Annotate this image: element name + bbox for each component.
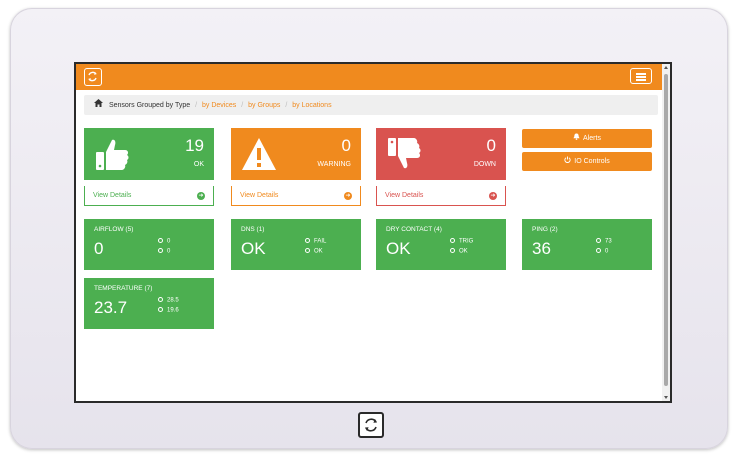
sensor-stat-low: OK	[305, 248, 323, 255]
sensor-tile-dry-contact[interactable]: DRY CONTACT (4) OK TRIG OK	[376, 219, 506, 270]
io-controls-label: IO Controls	[574, 158, 610, 165]
circle-icon	[450, 248, 455, 253]
circle-icon	[158, 297, 163, 302]
sensor-tile-temperature[interactable]: TEMPERATURE (7) 23.7 28.5 19.6	[84, 278, 214, 329]
ok-summary-card: 19 OK View Details ➜	[84, 128, 214, 206]
breadcrumb-current: Sensors Grouped by Type	[108, 102, 191, 109]
arrow-right-icon: ➜	[197, 192, 205, 200]
scroll-down-arrow[interactable]	[664, 396, 668, 399]
top-navbar	[76, 64, 670, 90]
sensor-tile-ping[interactable]: PING (2) 36 73 0	[522, 219, 652, 270]
sensor-tile-dns[interactable]: DNS (1) OK FAIL OK	[231, 219, 361, 270]
arrow-right-icon: ➜	[489, 192, 497, 200]
sensor-value: OK	[241, 239, 266, 258]
ok-view-details-link[interactable]: View Details ➜	[84, 186, 214, 206]
sensor-stat-low: 19.6	[158, 307, 179, 314]
screen: Sensors Grouped by Type / by Devices / b…	[76, 64, 670, 401]
home-icon[interactable]	[94, 95, 103, 115]
circle-icon	[305, 238, 310, 243]
down-label: DOWN	[473, 161, 496, 168]
circle-icon	[158, 307, 163, 312]
sensor-title: PING (2)	[532, 226, 558, 233]
sensor-value: OK	[386, 239, 411, 258]
breadcrumb-link-groups[interactable]: by Groups	[248, 102, 280, 109]
sensor-value: 36	[532, 239, 551, 258]
ok-label: OK	[193, 161, 204, 168]
sensor-stat-high: TRIG	[450, 238, 473, 245]
scroll-up-arrow[interactable]	[664, 66, 668, 69]
down-card-header: 0 DOWN	[376, 128, 506, 180]
thumbs-down-icon	[388, 138, 421, 169]
down-summary-card: 0 DOWN View Details ➜	[376, 128, 506, 206]
sensor-title: TEMPERATURE (7)	[94, 285, 153, 292]
sensor-title: DNS (1)	[241, 226, 265, 233]
warning-triangle-icon	[242, 138, 276, 170]
warning-card-header: 0 WARNING	[231, 128, 361, 180]
bell-icon	[573, 129, 580, 148]
alerts-button[interactable]: Alerts	[522, 129, 652, 148]
circle-icon	[450, 238, 455, 243]
circle-icon	[158, 238, 163, 243]
sensor-value: 23.7	[94, 298, 128, 317]
alerts-label: Alerts	[583, 135, 601, 142]
refresh-icon[interactable]	[84, 68, 102, 86]
scrollbar-thumb[interactable]	[664, 74, 668, 386]
sensor-tile-airflow[interactable]: AIRFLOW (5) 0 0 0	[84, 219, 214, 270]
warning-view-details-text: View Details	[240, 192, 279, 199]
sensor-title: DRY CONTACT (4)	[386, 226, 442, 233]
sensor-stat-low: OK	[450, 248, 468, 255]
thumbs-up-icon	[96, 139, 129, 170]
down-view-details-text: View Details	[385, 192, 424, 199]
down-count: 0	[486, 136, 496, 155]
sensor-stat-low: 0	[158, 248, 170, 255]
io-controls-button[interactable]: IO Controls	[522, 152, 652, 171]
sensor-stat-low: 0	[596, 248, 608, 255]
sensor-value: 0	[94, 239, 104, 258]
down-view-details-link[interactable]: View Details ➜	[376, 186, 506, 206]
sensor-stat-high: FAIL	[305, 238, 326, 245]
ok-card-header: 19 OK	[84, 128, 214, 180]
circle-icon	[305, 248, 310, 253]
breadcrumb-separator: /	[195, 102, 198, 109]
circle-icon	[596, 248, 601, 253]
sensor-stat-high: 0	[158, 238, 170, 245]
breadcrumb-separator: /	[285, 102, 288, 109]
breadcrumb-link-devices[interactable]: by Devices	[202, 102, 236, 109]
breadcrumb-link-locations[interactable]: by Locations	[292, 102, 331, 109]
warning-summary-card: 0 WARNING View Details ➜	[231, 128, 361, 206]
hamburger-menu-icon[interactable]	[630, 68, 652, 84]
sensor-title: AIRFLOW (5)	[94, 226, 134, 233]
circle-icon	[596, 238, 601, 243]
ok-count: 19	[185, 136, 204, 155]
power-icon	[564, 152, 571, 171]
sensor-stat-high: 73	[596, 238, 612, 245]
warning-view-details-link[interactable]: View Details ➜	[231, 186, 361, 206]
sensor-stat-high: 28.5	[158, 297, 179, 304]
circle-icon	[158, 248, 163, 253]
warning-label: WARNING	[317, 161, 351, 168]
refresh-icon	[365, 418, 377, 432]
ok-view-details-text: View Details	[93, 192, 132, 199]
breadcrumb: Sensors Grouped by Type / by Devices / b…	[84, 95, 658, 115]
breadcrumb-separator: /	[241, 102, 244, 109]
arrow-right-icon: ➜	[344, 192, 352, 200]
scrollbar[interactable]	[662, 64, 670, 401]
warning-count: 0	[341, 136, 351, 155]
device-home-button[interactable]	[358, 412, 384, 438]
